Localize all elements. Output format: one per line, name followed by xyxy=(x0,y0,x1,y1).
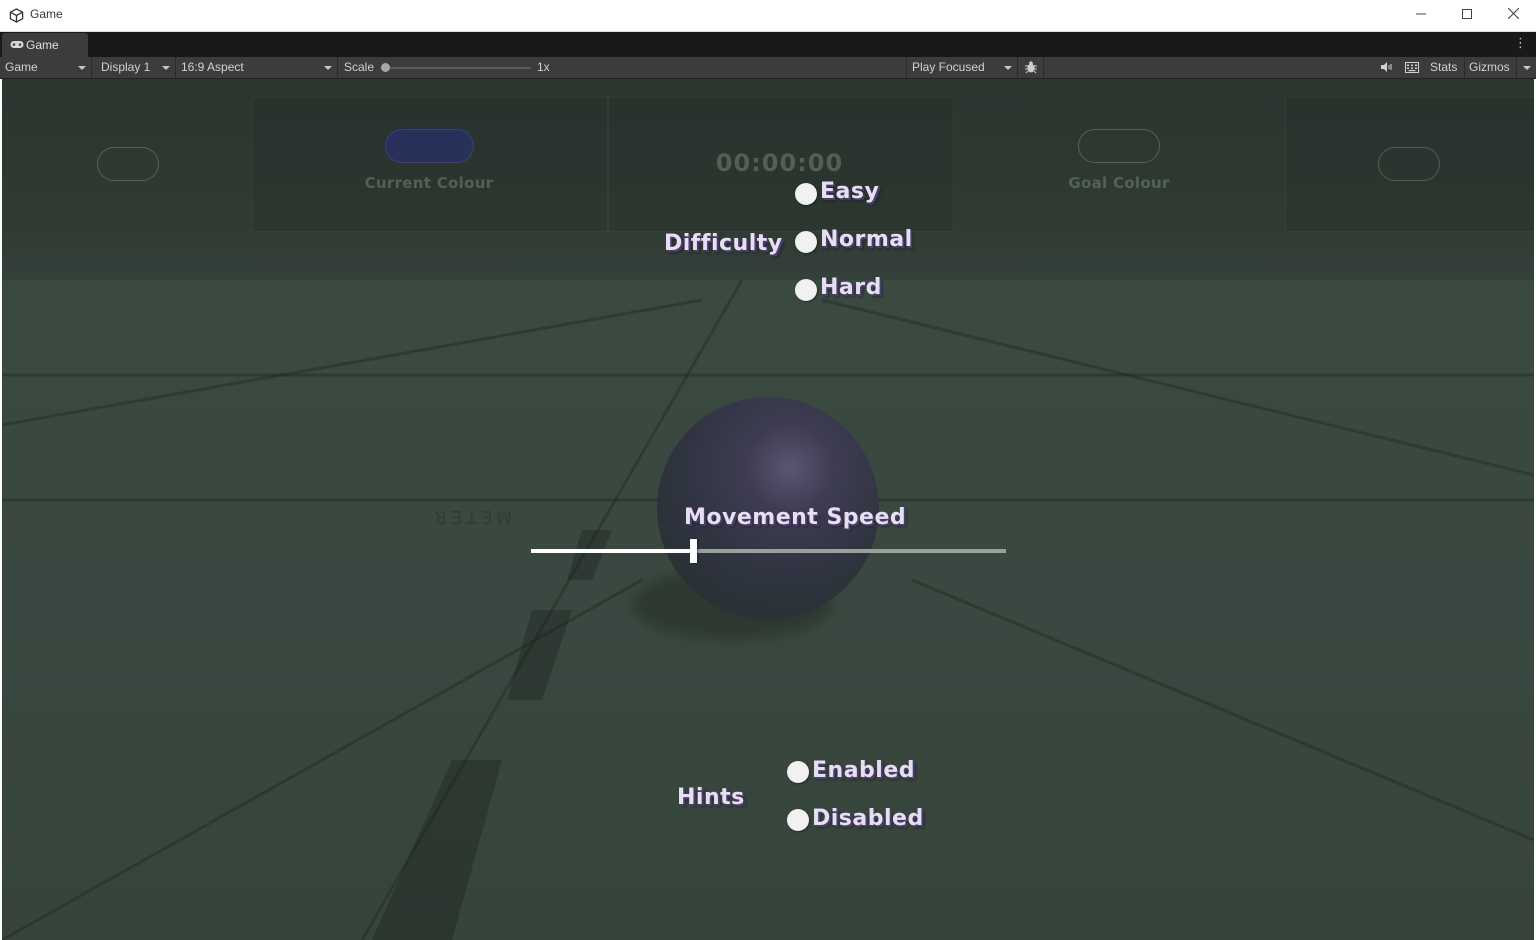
debug-button[interactable] xyxy=(1019,57,1044,78)
difficulty-easy-radio[interactable] xyxy=(795,183,817,205)
tab-label: Game xyxy=(26,38,59,52)
bug-icon xyxy=(1025,61,1037,74)
scale-slider-thumb[interactable] xyxy=(381,63,390,72)
display-dropdown-label: Display 1 xyxy=(101,60,151,74)
play-mode-dropdown[interactable]: Play Focused xyxy=(906,57,1018,78)
close-icon xyxy=(1507,7,1519,20)
scale-value: 1x xyxy=(537,60,550,74)
display-dropdown[interactable]: Display 1 xyxy=(96,57,176,78)
chevron-down-icon xyxy=(324,66,332,70)
right-hud-button[interactable] xyxy=(1378,147,1440,181)
current-colour-label: Current Colour xyxy=(364,174,494,192)
difficulty-label: Difficulty xyxy=(664,231,783,256)
hints-label: Hints xyxy=(677,785,745,810)
chevron-down-icon xyxy=(1523,66,1531,70)
mute-audio-button[interactable] xyxy=(1374,57,1398,78)
goal-colour-swatch xyxy=(1078,129,1160,163)
keyboard-shortcuts-button[interactable] xyxy=(1400,57,1424,78)
hints-disabled-label[interactable]: Disabled xyxy=(812,806,924,831)
timer-display: 00:00:00 xyxy=(715,149,844,177)
game-viewport[interactable]: METER Current Colour 00:00:00 Goal Colou… xyxy=(2,79,1534,940)
hints-enabled-radio[interactable] xyxy=(787,761,809,783)
aspect-dropdown[interactable]: 16:9 Aspect xyxy=(176,57,338,78)
floor-marking-text: METER xyxy=(430,506,512,527)
unity-logo-icon xyxy=(9,8,24,23)
keyboard-icon xyxy=(1405,62,1419,73)
game-toolbar: Game Display 1 16:9 Aspect Scale 1x Play… xyxy=(0,57,1536,79)
current-colour-swatch xyxy=(385,129,474,163)
difficulty-hard-radio[interactable] xyxy=(795,279,817,301)
difficulty-hard-label[interactable]: Hard xyxy=(820,275,882,300)
current-colour-panel xyxy=(252,97,608,232)
maximize-button[interactable] xyxy=(1444,0,1490,31)
difficulty-easy-label[interactable]: Easy xyxy=(820,179,879,204)
view-dropdown[interactable]: Game xyxy=(0,57,92,78)
left-hud-button[interactable] xyxy=(97,147,159,181)
view-dropdown-label: Game xyxy=(5,60,38,74)
difficulty-normal-label[interactable]: Normal xyxy=(820,227,913,252)
chevron-down-icon xyxy=(1004,66,1012,70)
chevron-down-icon xyxy=(162,66,170,70)
tab-strip: Game ⋮ xyxy=(0,32,1536,57)
minimize-button[interactable] xyxy=(1398,0,1444,31)
gamepad-icon xyxy=(10,41,24,48)
maximize-icon xyxy=(1462,9,1472,19)
stats-button[interactable]: Stats xyxy=(1430,57,1457,78)
speaker-icon xyxy=(1381,62,1392,72)
minimize-icon xyxy=(1416,13,1426,15)
difficulty-normal-radio[interactable] xyxy=(795,231,817,253)
hints-enabled-label[interactable]: Enabled xyxy=(812,758,915,783)
scale-slider-track[interactable] xyxy=(388,67,531,69)
window-title: Game xyxy=(30,7,63,21)
play-mode-label: Play Focused xyxy=(912,60,985,74)
gizmos-dropdown[interactable] xyxy=(1516,57,1536,78)
more-vertical-icon[interactable]: ⋮ xyxy=(1514,36,1527,52)
aspect-dropdown-label: 16:9 Aspect xyxy=(181,60,244,74)
window-titlebar: Game xyxy=(0,0,1536,32)
tab-game[interactable]: Game xyxy=(2,33,88,57)
gizmos-button[interactable]: Gizmos xyxy=(1464,57,1510,78)
goal-colour-label: Goal Colour xyxy=(1068,174,1170,192)
movement-speed-label: Movement Speed xyxy=(684,505,907,530)
hints-disabled-radio[interactable] xyxy=(787,809,809,831)
chevron-down-icon xyxy=(78,66,86,70)
scale-label: Scale xyxy=(344,60,375,74)
close-button[interactable] xyxy=(1490,0,1536,31)
movement-speed-slider-thumb[interactable] xyxy=(690,539,697,563)
movement-speed-slider-fill xyxy=(531,549,693,553)
